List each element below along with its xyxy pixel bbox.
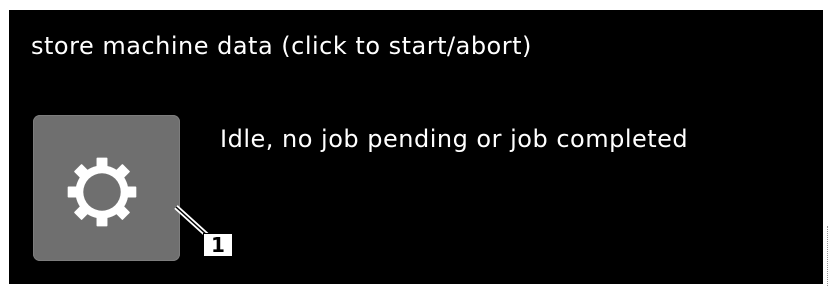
gear-icon <box>67 157 137 227</box>
job-status-text: Idle, no job pending or job completed <box>220 125 689 153</box>
panel-title: store machine data (click to start/abort… <box>31 32 532 60</box>
store-machine-data-panel: store machine data (click to start/abort… <box>9 10 823 284</box>
edge-marks <box>827 226 830 286</box>
callout-label: 1 <box>203 233 233 257</box>
start-abort-job-button[interactable] <box>33 115 180 261</box>
